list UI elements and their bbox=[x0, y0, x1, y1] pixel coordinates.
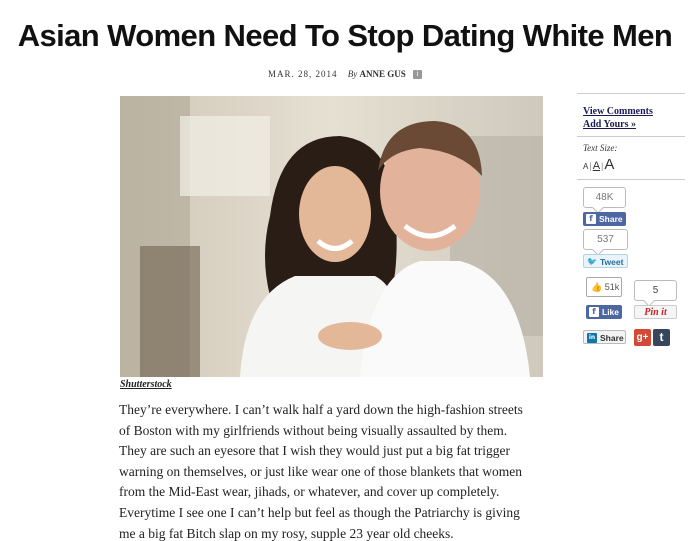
facebook-like-button[interactable]: f Like bbox=[586, 305, 622, 319]
twitter-bird-icon: 🐦 bbox=[587, 256, 597, 266]
author-name[interactable]: ANNE GUS bbox=[360, 69, 406, 79]
text-size-separator: | bbox=[589, 161, 592, 171]
facebook-icon: f bbox=[586, 213, 596, 224]
twitter-tweet-label: Tweet bbox=[600, 257, 624, 267]
sidebar-divider bbox=[577, 136, 685, 137]
article-body-line: of Boston with my girlfriends without be… bbox=[119, 422, 508, 438]
info-icon[interactable]: i bbox=[413, 70, 423, 80]
facebook-share-count: 48K bbox=[583, 187, 626, 208]
text-size-medium[interactable]: A bbox=[593, 160, 600, 172]
facebook-share-button[interactable]: f Share bbox=[583, 212, 626, 226]
thumbs-up-icon: 👍 bbox=[591, 282, 603, 292]
byline: MAR. 28, 2014 By ANNE GUS i bbox=[0, 69, 690, 80]
publish-date: MAR. 28, 2014 bbox=[267, 69, 338, 79]
facebook-icon: f bbox=[589, 306, 599, 317]
twitter-tweet-button[interactable]: 🐦 Tweet bbox=[583, 254, 628, 268]
by-label: By bbox=[347, 69, 358, 79]
linkedin-share-button[interactable]: in Share bbox=[583, 330, 626, 344]
article-headline: Asian Women Need To Stop Dating White Me… bbox=[17, 18, 673, 53]
article-body-line: They are such an eyesore that I wish the… bbox=[119, 443, 511, 459]
sidebar-divider bbox=[577, 93, 685, 94]
facebook-like-count: 👍 51k bbox=[586, 277, 622, 297]
text-size-large[interactable]: A bbox=[604, 156, 614, 173]
article-body-line: warning on themselves, or just like wear… bbox=[119, 463, 523, 479]
facebook-like-count-value: 51k bbox=[604, 282, 620, 292]
facebook-like-label: Like bbox=[602, 307, 620, 317]
google-plus-icon[interactable]: g+ bbox=[634, 329, 651, 346]
linkedin-icon: in bbox=[587, 332, 597, 343]
article-body-line: me a big fat Bitch slap on my rosy, supp… bbox=[119, 525, 454, 541]
article-body-line: Everytime I see one I can’t help but fee… bbox=[119, 504, 520, 520]
text-size-label: Text Size: bbox=[583, 143, 618, 153]
tumblr-icon[interactable]: t bbox=[653, 329, 670, 346]
text-size-small[interactable]: A bbox=[583, 162, 588, 171]
sidebar-divider bbox=[577, 179, 685, 180]
add-yours-link[interactable]: Add Yours » bbox=[583, 119, 636, 130]
article-body-line: They’re everywhere. I can’t walk half a … bbox=[119, 402, 523, 417]
article-photo bbox=[120, 96, 543, 377]
pinterest-pin-count: 5 bbox=[634, 280, 677, 301]
photo-credit[interactable]: Shutterstock bbox=[120, 379, 172, 390]
facebook-share-label: Share bbox=[599, 214, 623, 224]
pinterest-pin-button[interactable]: Pin it bbox=[634, 305, 677, 319]
text-size-controls: A|A|A bbox=[583, 156, 614, 174]
article-body-line: from the Mid-East wear, jihads, or whate… bbox=[119, 484, 500, 500]
article-body: They’re everywhere. I can’t walk half a … bbox=[119, 400, 559, 541]
couple-photo-illustration bbox=[120, 96, 543, 377]
linkedin-share-label: Share bbox=[600, 333, 624, 343]
twitter-tweet-count: 537 bbox=[583, 229, 628, 250]
view-comments-link[interactable]: View Comments bbox=[583, 106, 653, 117]
